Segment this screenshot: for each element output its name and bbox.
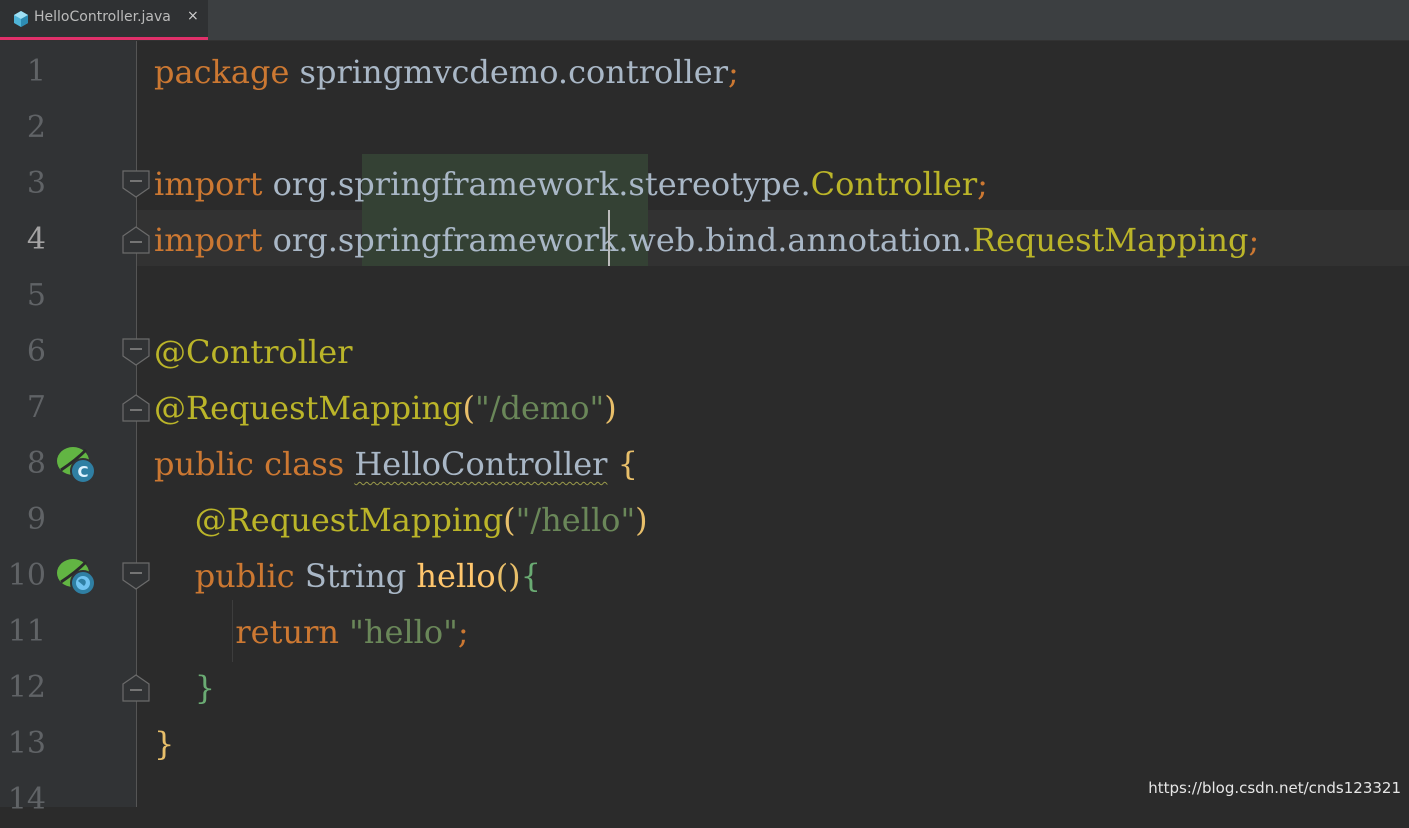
code-line[interactable]: package springmvcdemo.controller; — [154, 44, 739, 100]
code-line[interactable]: } — [154, 716, 174, 772]
code-line[interactable]: public String hello(){ — [154, 548, 541, 604]
code-token: "/hello" — [515, 501, 636, 539]
code-line[interactable]: @RequestMapping("/demo") — [154, 380, 617, 436]
line-number: 10 — [7, 558, 46, 593]
fold-end-icon[interactable] — [122, 394, 150, 422]
code-token: ; — [727, 53, 739, 91]
code-line[interactable]: import org.springframework.stereotype.Co… — [154, 156, 988, 212]
code-token: package — [154, 53, 290, 91]
code-token: return — [235, 613, 350, 651]
text-caret — [608, 210, 610, 266]
code-token: } — [194, 669, 216, 707]
code-token: org.springframework.web.bind.annotation. — [262, 221, 973, 259]
code-token: import — [154, 165, 263, 203]
line-number: 4 — [26, 222, 46, 257]
line-number: 7 — [26, 390, 46, 425]
code-token: Controller — [810, 165, 978, 203]
svg-text:C: C — [77, 463, 88, 481]
java-class-icon — [14, 11, 28, 27]
code-token: ; — [457, 613, 469, 651]
code-token: () — [495, 557, 521, 595]
code-token: String — [304, 557, 417, 595]
line-number: 9 — [26, 502, 46, 537]
spring-request-mapping-icon[interactable] — [56, 556, 98, 598]
code-token: ( — [503, 501, 516, 539]
line-number: 13 — [7, 726, 46, 761]
line-number: 5 — [26, 278, 46, 313]
code-token: ) — [604, 389, 617, 427]
code-token: ; — [1248, 221, 1260, 259]
fold-end-icon[interactable] — [122, 674, 150, 702]
code-token: public — [194, 557, 305, 595]
code-line[interactable]: return "hello"; — [154, 604, 469, 660]
code-line[interactable]: @Controller — [154, 324, 352, 380]
code-line[interactable]: } — [154, 660, 215, 716]
spring-bean-class-icon[interactable]: C — [56, 444, 98, 486]
code-token: } — [154, 725, 175, 763]
code-token: ( — [462, 389, 475, 427]
close-tab-icon[interactable]: × — [187, 8, 199, 24]
code-line[interactable]: @RequestMapping("/hello") — [154, 492, 648, 548]
code-line[interactable]: public class HelloController { — [154, 436, 638, 492]
code-token: { — [520, 557, 542, 595]
line-number: 3 — [26, 166, 46, 201]
tab-title: HelloController.java — [34, 9, 171, 25]
code-token: @RequestMapping — [154, 389, 463, 427]
code-token: @Controller — [154, 333, 353, 371]
code-token: @RequestMapping — [194, 501, 504, 539]
code-token: org.springframework.stereotype. — [262, 165, 811, 203]
code-token: RequestMapping — [972, 221, 1249, 259]
code-token: "hello" — [349, 613, 458, 651]
line-number: 2 — [26, 110, 46, 145]
watermark: https://blog.csdn.net/cnds123321 — [1148, 779, 1401, 797]
line-number: 14 — [7, 782, 46, 817]
code-token: "/demo" — [474, 389, 605, 427]
fold-end-icon[interactable] — [122, 226, 150, 254]
code-token: ; — [977, 165, 988, 203]
line-number: 1 — [26, 54, 46, 89]
code-token: { — [617, 445, 638, 483]
code-token: HelloController — [354, 445, 608, 483]
fold-collapse-icon[interactable] — [122, 338, 150, 366]
tab-hello-controller[interactable]: HelloController.java × — [0, 0, 208, 40]
code-token: ) — [635, 501, 648, 539]
code-token: springmvcdemo.controller — [289, 53, 728, 91]
code-line[interactable]: import org.springframework.web.bind.anno… — [154, 212, 1259, 268]
fold-collapse-icon[interactable] — [122, 170, 150, 198]
code-token: public class — [154, 445, 355, 483]
line-number: 12 — [7, 670, 46, 705]
line-number: 8 — [26, 446, 46, 481]
code-token: import — [154, 221, 263, 259]
line-number: 6 — [26, 334, 46, 369]
line-number: 11 — [7, 614, 46, 649]
code-token: hello — [416, 557, 496, 595]
editor-tab-bar: HelloController.java × — [0, 0, 1409, 41]
fold-collapse-icon[interactable] — [122, 562, 150, 590]
